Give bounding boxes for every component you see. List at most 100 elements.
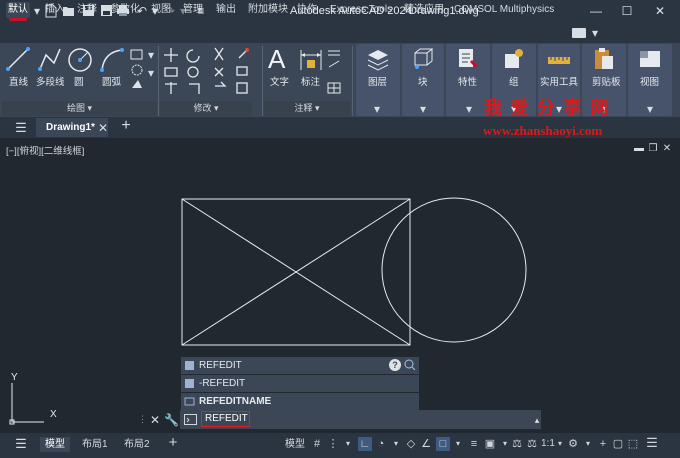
tab-output[interactable]: 输出 — [214, 2, 238, 18]
customization-menu-icon[interactable]: ☰ — [645, 436, 659, 450]
suggestion-label: REFEDITNAME — [199, 396, 272, 407]
add-tab-icon[interactable]: + — [119, 118, 133, 134]
watermark-url: www.zhanshaoyi.com — [483, 123, 603, 138]
layers-dropdown-icon[interactable]: ▾ — [370, 102, 384, 116]
ortho-icon[interactable]: ∟ — [358, 437, 372, 451]
suggestion-item[interactable]: REFEDIT — [181, 357, 419, 374]
panel-divider — [158, 46, 159, 116]
menu-arrow-icon[interactable]: ▾ — [30, 4, 44, 18]
ucs-y-label: Y — [11, 372, 18, 383]
layers-icon — [366, 47, 390, 71]
dimension-tool-icon[interactable] — [298, 47, 324, 73]
command-input[interactable]: REFEDIT — [201, 411, 250, 427]
model-space-toggle[interactable]: 模型 — [282, 437, 308, 452]
group-icon — [502, 47, 526, 71]
close-icon[interactable]: ✕ — [650, 3, 670, 19]
units-icon[interactable]: ▢ — [611, 437, 625, 451]
polyline-tool-label[interactable]: 多段线 — [36, 74, 65, 88]
arc-tool-label[interactable]: 圆弧 — [102, 74, 121, 88]
tab-insert[interactable]: 插入 — [43, 2, 67, 18]
view-dropdown-icon[interactable]: ▾ — [643, 102, 657, 116]
hamburger-menu-icon[interactable]: ☰ — [14, 121, 28, 135]
polar-dropdown-icon[interactable]: ▾ — [389, 437, 403, 451]
group-label: 组 — [509, 77, 519, 88]
annotation-scale-icon[interactable]: ⚖ — [510, 437, 524, 451]
clipboard-icon — [592, 47, 616, 71]
tab-featured-apps[interactable]: 精选应用 — [402, 2, 446, 18]
tab-addins[interactable]: 附加模块 — [246, 2, 290, 18]
annotation-panel-title[interactable]: 注释 ▾ — [264, 101, 350, 116]
command-close-icon[interactable]: ✕ — [148, 413, 162, 427]
draw-panel-title[interactable]: 绘图 ▾ — [2, 101, 157, 116]
layout-menu-icon[interactable]: ☰ — [14, 437, 28, 451]
snap-icon[interactable]: ⋮ — [326, 437, 340, 451]
dimension-tool-label[interactable]: 标注 — [301, 74, 320, 88]
suggestion-item[interactable]: REFEDITNAME — [181, 393, 419, 410]
block-label: 块 — [418, 77, 428, 88]
utilities-label: 实用工具 — [540, 77, 579, 88]
drawn-circle — [381, 197, 527, 343]
block-icon — [411, 47, 435, 71]
utilities-icon — [547, 47, 571, 71]
isodraft-icon[interactable]: ◇ — [404, 437, 418, 451]
line-tool-icon[interactable] — [6, 47, 30, 71]
polyline-tool-icon[interactable] — [38, 47, 62, 71]
hatch-dropdown-icon[interactable]: ▾ — [144, 66, 158, 80]
scale-dropdown-icon[interactable]: ▾ — [553, 437, 567, 451]
minimize-icon[interactable]: — — [586, 3, 606, 19]
tab-view[interactable]: 视图 — [149, 2, 173, 18]
clipboard-label: 剪贴板 — [592, 77, 621, 88]
annotation-visibility-icon[interactable]: ⚖ — [525, 437, 539, 451]
object-snap-dropdown-icon[interactable]: ▾ — [451, 437, 465, 451]
ribbon-options-arrow-icon[interactable]: ▾ — [588, 26, 602, 40]
ucs-axes — [11, 383, 44, 423]
layout-tab-1[interactable]: 布局1 — [77, 437, 113, 452]
help-icon[interactable]: ? — [389, 359, 401, 371]
panel-divider — [262, 46, 263, 116]
snap-dropdown-icon[interactable]: ▾ — [341, 437, 355, 451]
document-tab-close-icon[interactable]: ✕ — [96, 121, 110, 135]
command-prompt-icon — [184, 414, 197, 425]
modify-panel-title[interactable]: 修改 ▾ — [160, 101, 252, 116]
command-history-arrow-icon[interactable]: ▴ — [530, 413, 544, 427]
lineweight-icon[interactable]: ≡ — [467, 437, 481, 451]
suggestion-item[interactable]: -REFEDIT — [181, 375, 419, 392]
grid-icon[interactable]: # — [310, 437, 324, 451]
ribbon-minimize-icon[interactable] — [572, 28, 586, 38]
add-status-icon[interactable]: + — [596, 437, 610, 451]
layout-tab-model[interactable]: 模型 — [40, 437, 70, 452]
maximize-icon[interactable]: ☐ — [617, 3, 637, 19]
layout-tab-2[interactable]: 布局2 — [119, 437, 155, 452]
tab-comsol[interactable]: COMSOL Multiphysics — [452, 2, 556, 18]
circle-tool-icon[interactable] — [67, 47, 93, 73]
properties-dropdown-icon[interactable]: ▾ — [462, 102, 476, 116]
add-layout-icon[interactable]: + — [166, 435, 180, 450]
view-label: 视图 — [640, 77, 660, 88]
workspace-dropdown-icon[interactable]: ▾ — [581, 437, 595, 451]
object-snap-icon[interactable]: □ — [436, 437, 450, 451]
tab-manage[interactable]: 管理 — [181, 2, 205, 18]
tab-collaborate[interactable]: 协作 — [295, 2, 319, 18]
text-tool-icon[interactable]: A — [268, 44, 290, 74]
tab-parametric[interactable]: 参数化 — [108, 2, 142, 18]
search-web-icon[interactable] — [404, 359, 416, 371]
tab-annotate[interactable]: 注释 — [75, 2, 99, 18]
arc-tool-icon[interactable] — [99, 47, 125, 73]
annotation-small-tools[interactable] — [327, 47, 343, 99]
tab-express-tools[interactable]: Express Tools — [328, 2, 394, 18]
command-customize-icon[interactable]: 🔧 — [164, 413, 179, 427]
command-line-grip[interactable]: ⋮ — [138, 410, 147, 429]
rectangle-dropdown-icon[interactable]: ▾ — [144, 48, 158, 62]
polar-icon[interactable]: ◔ — [374, 437, 388, 451]
ucs-x-label: X — [50, 409, 57, 420]
tab-home[interactable]: 默认 — [6, 2, 30, 18]
object-snap-tracking-icon[interactable]: ∠ — [419, 437, 433, 451]
text-tool-label[interactable]: 文字 — [270, 74, 289, 88]
block-dropdown-icon[interactable]: ▾ — [416, 102, 430, 116]
workspace-gear-icon[interactable]: ⚙ — [566, 437, 580, 451]
line-tool-label[interactable]: 直线 — [9, 74, 28, 88]
transparency-icon[interactable]: ▣ — [483, 437, 497, 451]
modify-tools-grid[interactable] — [163, 46, 255, 98]
clean-screen-icon[interactable]: ⬚ — [626, 437, 640, 451]
circle-tool-label[interactable]: 圆 — [74, 74, 84, 88]
